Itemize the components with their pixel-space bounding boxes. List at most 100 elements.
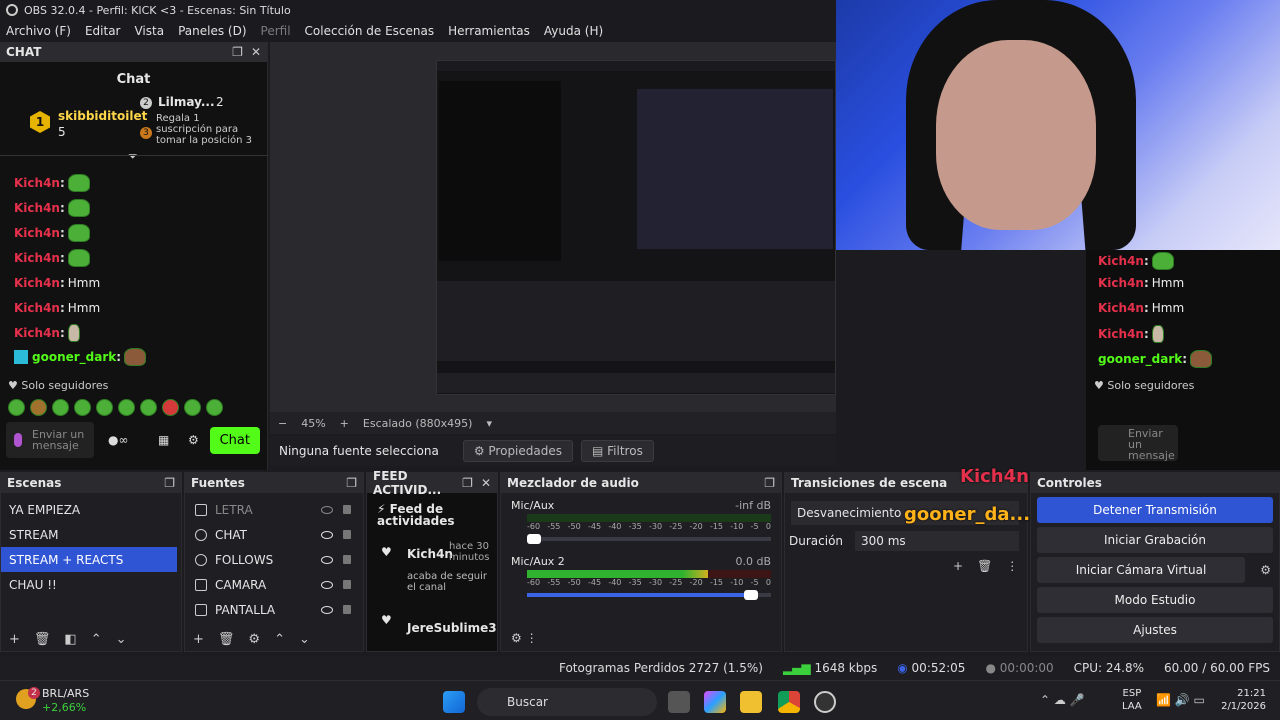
zoom-out-icon[interactable]: − — [278, 417, 287, 430]
source-item[interactable]: FOLLOWS — [185, 547, 363, 572]
start-virtual-camera-button[interactable]: Iniciar Cámara Virtual — [1037, 557, 1245, 583]
gear-icon[interactable]: ⚙ — [248, 632, 260, 647]
more-icon[interactable]: ⋮ — [1006, 559, 1018, 573]
menu-editar[interactable]: Editar — [85, 24, 121, 38]
chat-send-button[interactable]: Chat — [209, 426, 260, 454]
chrome-icon[interactable] — [778, 691, 800, 713]
chat-username[interactable]: Kich4n — [14, 251, 60, 265]
trash-icon[interactable]: 🗑 — [977, 559, 992, 573]
scene-item[interactable]: CHAU !! — [1, 572, 177, 597]
eye-icon[interactable] — [321, 530, 333, 539]
emote-icon[interactable] — [30, 399, 47, 416]
copilot-icon[interactable] — [704, 691, 726, 713]
filters-button[interactable]: ▤ Filtros — [581, 440, 654, 462]
down-icon[interactable]: ⌄ — [116, 632, 127, 647]
menu-ayuda[interactable]: Ayuda (H) — [544, 24, 603, 38]
chat-username[interactable]: Kich4n — [14, 301, 60, 315]
lock-icon[interactable] — [343, 580, 351, 589]
close-icon[interactable]: ✕ — [251, 45, 261, 59]
emote-icon[interactable] — [96, 399, 113, 416]
lock-icon[interactable] — [343, 505, 351, 514]
menu-coleccion[interactable]: Colección de Escenas — [305, 24, 435, 38]
clock[interactable]: 21:21 2/1/2026 — [1220, 687, 1266, 713]
menu-vista[interactable]: Vista — [134, 24, 164, 38]
down-icon[interactable]: ⌄ — [299, 632, 310, 647]
eye-icon[interactable] — [321, 555, 333, 564]
lock-icon[interactable] — [343, 555, 351, 564]
scene-item-selected[interactable]: STREAM + REACTS — [1, 547, 177, 572]
lock-icon[interactable] — [343, 605, 351, 614]
menu-paneles[interactable]: Paneles (D) — [178, 24, 246, 38]
emote-icon[interactable] — [74, 399, 91, 416]
eye-hidden-icon[interactable] — [321, 505, 333, 514]
task-view-icon[interactable] — [668, 691, 690, 713]
emote-icon[interactable] — [52, 399, 69, 416]
undock-icon[interactable]: ❐ — [764, 476, 775, 490]
add-icon[interactable]: + — [193, 632, 204, 647]
settings-button[interactable]: Ajustes — [1037, 617, 1273, 643]
network-sound-battery-icons[interactable]: 📶 🔊 ▭ — [1156, 693, 1205, 707]
properties-button[interactable]: ⚙ Propiedades — [462, 440, 573, 462]
add-icon[interactable]: + — [9, 632, 20, 647]
scene-item[interactable]: STREAM — [1, 522, 177, 547]
emote-icon[interactable] — [162, 399, 179, 416]
stream-time: ◉ 00:52:05 — [897, 661, 965, 675]
volume-slider[interactable] — [527, 590, 771, 600]
trash-icon[interactable]: 🗑 — [218, 632, 235, 647]
file-explorer-icon[interactable] — [740, 691, 762, 713]
volume-slider[interactable] — [527, 534, 771, 544]
undock-icon[interactable]: ❐ — [164, 476, 175, 490]
source-item[interactable]: CAMARA — [185, 572, 363, 597]
emote-picker-icon[interactable]: ●∞ — [108, 433, 128, 447]
source-item[interactable]: LETRA — [185, 497, 363, 522]
windows-start-icon[interactable] — [443, 691, 465, 713]
filter-icon[interactable]: ◧ — [64, 632, 76, 647]
gear-icon[interactable]: ⚙ — [1260, 563, 1271, 577]
chat-username[interactable]: Kich4n — [14, 326, 60, 340]
eye-icon[interactable] — [321, 605, 333, 614]
mic-icon[interactable] — [14, 433, 22, 447]
emote-icon[interactable] — [140, 399, 157, 416]
menu-perfil[interactable]: Perfil — [261, 24, 291, 38]
eye-icon[interactable] — [321, 580, 333, 589]
scene-item[interactable]: YA EMPIEZA — [1, 497, 177, 522]
chat-username[interactable]: gooner_dark — [32, 350, 116, 364]
stop-stream-button[interactable]: Detener Transmisión — [1037, 497, 1273, 523]
up-icon[interactable]: ⌃ — [91, 632, 102, 647]
add-icon[interactable]: + — [953, 559, 963, 573]
taskbar-search[interactable]: Buscar — [477, 688, 657, 716]
emote-icon[interactable] — [118, 399, 135, 416]
chat-username[interactable]: Kich4n — [14, 176, 60, 190]
undock-icon[interactable]: ❐ — [462, 476, 473, 490]
trash-icon[interactable]: 🗑 — [34, 632, 51, 647]
undock-icon[interactable]: ❐ — [232, 45, 243, 59]
close-icon[interactable]: ✕ — [481, 476, 491, 490]
emote-icon[interactable] — [8, 399, 25, 416]
chat-username[interactable]: Kich4n — [14, 226, 60, 240]
menu-archivo[interactable]: Archivo (F) — [6, 24, 71, 38]
mixer-settings-icon[interactable]: ⚙ ⋮ — [511, 631, 538, 645]
studio-mode-button[interactable]: Modo Estudio — [1037, 587, 1273, 613]
chat-username[interactable]: Kich4n — [14, 201, 60, 215]
emote-icon[interactable] — [184, 399, 201, 416]
lock-icon[interactable] — [343, 530, 351, 539]
menu-herramientas[interactable]: Herramientas — [448, 24, 530, 38]
duration-input[interactable]: 300 ms — [855, 531, 1019, 551]
source-item[interactable]: PANTALLA — [185, 597, 363, 622]
chat-username[interactable]: Kich4n — [14, 276, 60, 290]
source-item[interactable]: CHAT — [185, 522, 363, 547]
zoom-in-icon[interactable]: + — [340, 417, 349, 430]
language[interactable]: ESP LAA — [1122, 687, 1142, 713]
emote-icon[interactable] — [206, 399, 223, 416]
undock-icon[interactable]: ❐ — [346, 476, 357, 490]
collapse-icon[interactable]: ⏷ — [128, 149, 138, 164]
store-icon[interactable]: ▦ — [158, 433, 169, 447]
settings-icon[interactable]: ⚙ — [188, 433, 199, 447]
obs-icon[interactable] — [814, 691, 836, 713]
start-recording-button[interactable]: Iniciar Grabación — [1037, 527, 1273, 553]
scale-select[interactable]: Escalado (880x495) — [363, 417, 473, 430]
up-icon[interactable]: ⌃ — [274, 632, 285, 647]
chat-input[interactable]: Enviar un mensaje — [6, 422, 94, 458]
tray-icons[interactable]: ⌃ ☁ 🎤 — [1040, 693, 1085, 707]
chevron-down-icon[interactable]: ▾ — [486, 417, 492, 430]
